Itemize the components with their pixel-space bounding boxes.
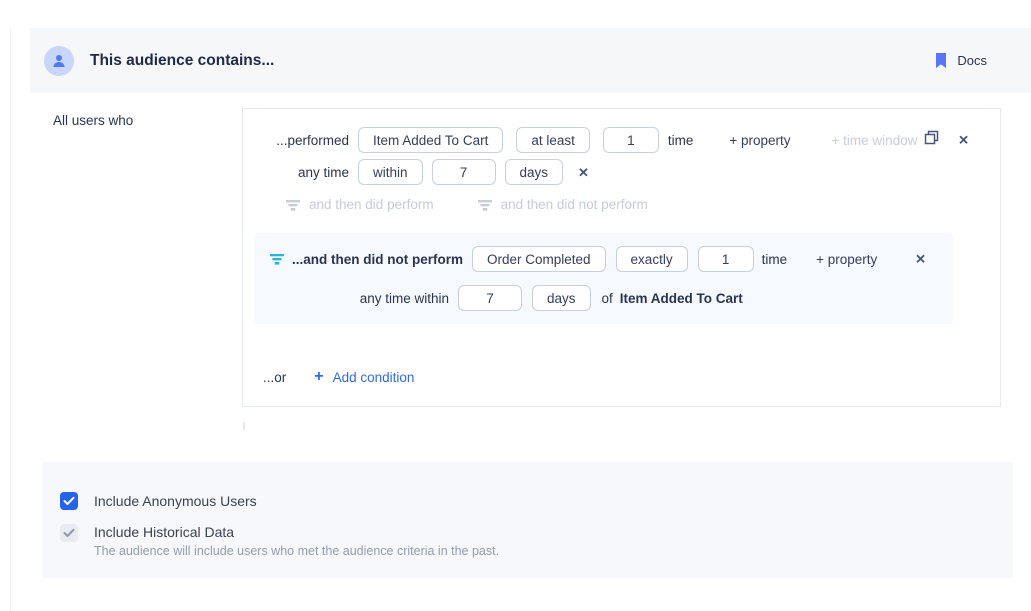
page-left-divider: [10, 28, 11, 611]
add-time-window-button[interactable]: + time window: [832, 133, 918, 148]
add-property2-button[interactable]: + property: [816, 252, 877, 267]
then-options-row: and then did perform and then did not pe…: [286, 197, 648, 212]
check-icon: [63, 496, 75, 506]
any-time-label: any time: [243, 165, 349, 180]
and-then-did-perform-label: and then did perform: [309, 197, 434, 212]
duplicate-condition-button[interactable]: [924, 130, 939, 150]
time-unit-label: time: [668, 133, 694, 148]
count2-input[interactable]: [698, 246, 754, 272]
performed-label: ...performed: [243, 133, 349, 148]
event-select[interactable]: Item Added To Cart: [358, 127, 503, 153]
remove-condition1-button[interactable]: ✕: [958, 134, 969, 147]
did-not-perform-label: ...and then did not perform: [292, 252, 463, 267]
time-unit2-label: time: [762, 252, 788, 267]
add-property-button[interactable]: + property: [729, 133, 790, 148]
of-label: of: [602, 291, 613, 306]
time-operator-select[interactable]: within: [358, 159, 423, 185]
condition1-time-row: any time within days ✕: [243, 159, 1000, 185]
include-historical-checkbox[interactable]: [60, 524, 78, 542]
remove-condition2-button[interactable]: ✕: [915, 253, 926, 266]
time-value2-input[interactable]: [458, 285, 522, 311]
time-value-input[interactable]: [432, 159, 496, 185]
anonymous-users-row: Include Anonymous Users: [60, 492, 257, 510]
plus-icon: +: [314, 369, 323, 385]
event2-select[interactable]: Order Completed: [472, 246, 606, 272]
page-title: This audience contains...: [90, 52, 274, 70]
historical-data-row: Include Historical Data The audience wil…: [60, 524, 499, 558]
include-anonymous-label: Include Anonymous Users: [94, 493, 257, 509]
or-row: ...or + Add condition: [263, 369, 414, 385]
filter-icon-teal: [270, 253, 284, 265]
time-unit2-select[interactable]: days: [532, 285, 591, 311]
nested-condition-box: ...and then did not perform Order Comple…: [254, 233, 953, 324]
operator2-select[interactable]: exactly: [616, 246, 688, 272]
and-then-did-not-perform-label: and then did not perform: [501, 197, 648, 212]
all-users-who-label: All users who: [53, 113, 133, 128]
user-icon: [51, 53, 67, 69]
operator-select[interactable]: at least: [516, 127, 590, 153]
and-then-did-perform-option[interactable]: and then did perform: [286, 197, 434, 212]
or-label: ...or: [263, 370, 286, 385]
add-condition-label: Add condition: [333, 370, 415, 385]
condition2-time-row: any time within days of Item Added To Ca…: [254, 285, 953, 311]
docs-label: Docs: [957, 53, 987, 68]
header: This audience contains... Docs: [30, 28, 1031, 93]
next-group-stub: [243, 422, 245, 430]
include-historical-description: The audience will include users who met …: [94, 544, 499, 558]
any-time-within-label: any time within: [254, 291, 449, 306]
docs-button[interactable]: Docs: [935, 53, 987, 69]
add-condition-button[interactable]: + Add condition: [314, 369, 414, 385]
bookmark-icon: [935, 53, 947, 69]
time-unit-select[interactable]: days: [505, 159, 564, 185]
condition1-row: ...performed Item Added To Cart at least…: [243, 127, 1000, 153]
remove-time-window-button[interactable]: ✕: [578, 166, 589, 179]
include-historical-label: Include Historical Data: [94, 524, 499, 540]
copy-icon: [924, 130, 939, 145]
include-anonymous-checkbox[interactable]: [60, 492, 78, 510]
reference-event-label: Item Added To Cart: [620, 291, 743, 306]
options-panel: Include Anonymous Users Include Historic…: [42, 462, 1013, 578]
condition2-row: ...and then did not perform Order Comple…: [270, 246, 937, 272]
avatar: [44, 46, 74, 76]
filter-icon: [478, 199, 492, 211]
check-icon-grey: [63, 528, 75, 538]
count-input[interactable]: [603, 127, 659, 153]
filter-icon: [286, 199, 300, 211]
and-then-did-not-perform-option[interactable]: and then did not perform: [478, 197, 648, 212]
condition-group: ...performed Item Added To Cart at least…: [242, 108, 1001, 407]
historical-text-block: Include Historical Data The audience wil…: [94, 524, 499, 558]
